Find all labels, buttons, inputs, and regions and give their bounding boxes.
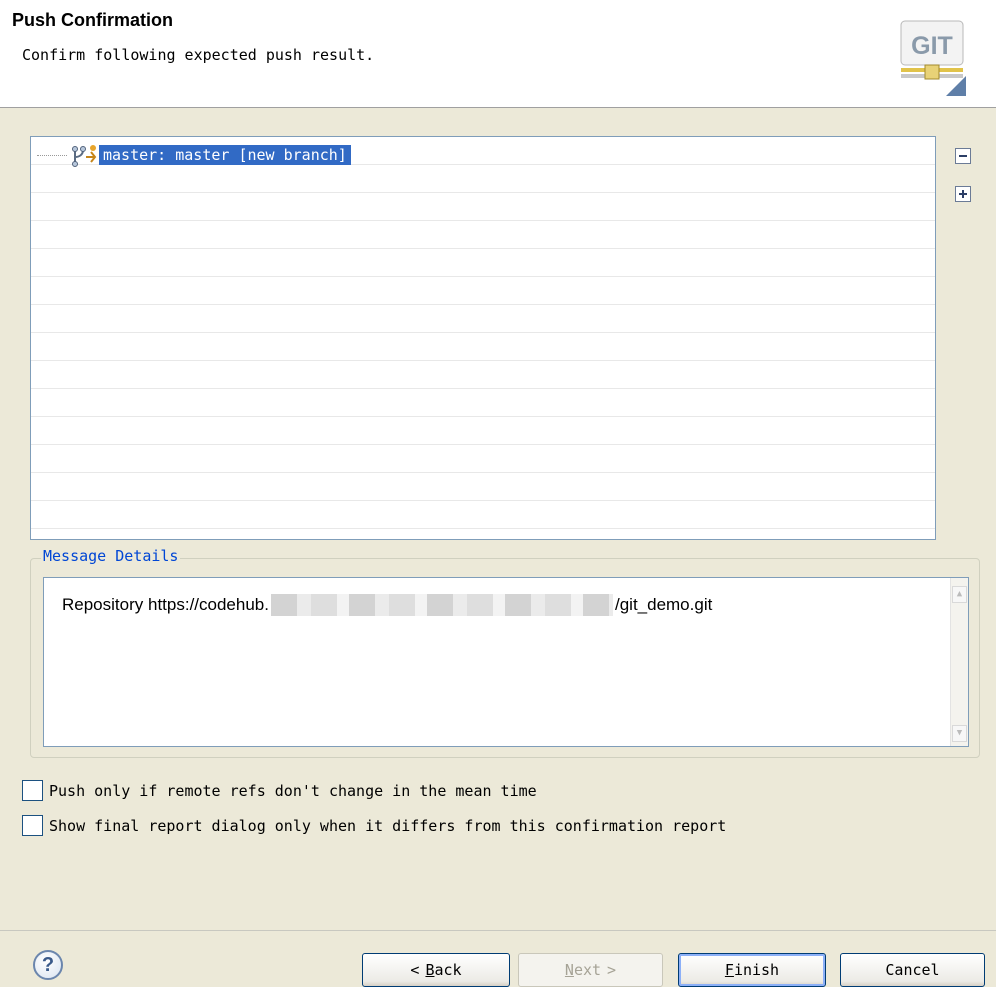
help-icon[interactable]: ? bbox=[33, 950, 63, 980]
tree-row[interactable]: master: master [new branch] bbox=[37, 143, 351, 167]
show-final-report-label[interactable]: Show final report dialog only when it di… bbox=[49, 817, 726, 835]
footer-divider bbox=[0, 930, 996, 931]
back-button[interactable]: < Back bbox=[362, 953, 510, 987]
finish-label: Finish bbox=[724, 961, 780, 979]
show-final-report-checkbox[interactable] bbox=[22, 815, 43, 836]
branch-push-icon bbox=[72, 145, 97, 167]
tree-item-label[interactable]: master: master [new branch] bbox=[99, 145, 351, 165]
push-if-unchanged-option[interactable]: Push only if remote refs don't change in… bbox=[22, 780, 537, 801]
vertical-scrollbar[interactable]: ▲ ▼ bbox=[950, 578, 968, 746]
back-label: Back bbox=[425, 961, 462, 979]
message-details-title: Message Details bbox=[41, 547, 181, 565]
dialog-title: Push Confirmation bbox=[12, 10, 173, 30]
push-if-unchanged-checkbox[interactable] bbox=[22, 780, 43, 801]
message-details-group: Message Details Repository https://codeh… bbox=[30, 547, 980, 758]
next-arrow-icon: > bbox=[607, 961, 617, 979]
next-button[interactable]: Next > bbox=[518, 953, 663, 987]
dialog-subtitle: Confirm following expected push result. bbox=[22, 46, 375, 64]
message-text: Repository https://codehub. /git_demo.gi… bbox=[62, 594, 712, 616]
expand-all-icon[interactable] bbox=[955, 186, 971, 202]
git-logo: GIT bbox=[900, 20, 966, 96]
dialog-header: Push Confirmation Confirm following expe… bbox=[0, 0, 996, 108]
tree-connector bbox=[37, 154, 67, 156]
repository-url-suffix: /git_demo.git bbox=[614, 595, 713, 614]
repository-label: Repository bbox=[62, 595, 144, 614]
redacted-region bbox=[270, 594, 613, 616]
scroll-up-icon[interactable]: ▲ bbox=[952, 586, 967, 603]
push-if-unchanged-label[interactable]: Push only if remote refs don't change in… bbox=[49, 782, 537, 800]
message-details-box[interactable]: Repository https://codehub. /git_demo.gi… bbox=[43, 577, 969, 747]
show-final-report-option[interactable]: Show final report dialog only when it di… bbox=[22, 815, 726, 836]
cancel-button[interactable]: Cancel bbox=[840, 953, 985, 987]
finish-button[interactable]: Finish bbox=[678, 953, 826, 987]
git-logo-text: GIT bbox=[911, 32, 953, 60]
back-arrow-icon: < bbox=[410, 961, 420, 979]
scroll-down-icon[interactable]: ▼ bbox=[952, 725, 967, 742]
repository-url-prefix: https://codehub. bbox=[148, 595, 269, 614]
next-label: Next bbox=[564, 961, 602, 979]
collapse-all-icon[interactable] bbox=[955, 148, 971, 164]
push-result-tree[interactable]: master: master [new branch] bbox=[30, 136, 936, 540]
